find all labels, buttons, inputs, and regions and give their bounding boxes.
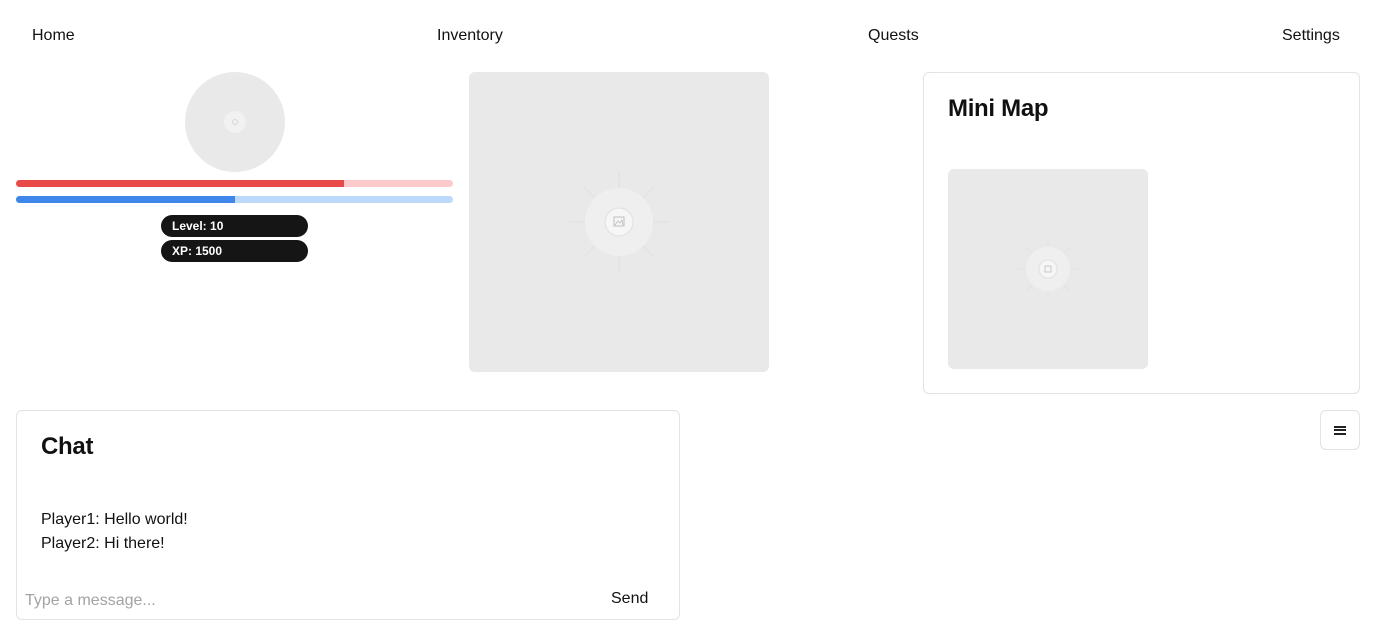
- chat-title: Chat: [41, 433, 94, 460]
- minimap-image[interactable]: [948, 169, 1148, 369]
- game-view-image: [469, 72, 769, 372]
- avatar-placeholder-icon: [224, 111, 246, 133]
- nav-inventory-link[interactable]: Inventory: [437, 26, 503, 46]
- level-badge: Level: 10: [161, 215, 308, 237]
- hamburger-menu-icon: [1334, 425, 1346, 435]
- chat-message-input[interactable]: [25, 589, 585, 613]
- mana-bar: [16, 196, 453, 203]
- minimap-card: Mini Map: [923, 72, 1360, 394]
- image-icon: [1018, 239, 1078, 299]
- chat-message: Player1: Hello world!: [41, 511, 188, 528]
- chat-message: Player2: Hi there!: [41, 535, 165, 552]
- nav-home-link[interactable]: Home: [32, 26, 75, 46]
- send-button[interactable]: Send: [611, 589, 648, 609]
- mana-bar-fill: [16, 196, 235, 203]
- health-bar: [16, 180, 453, 187]
- player-avatar: [185, 72, 285, 172]
- minimap-title: Mini Map: [948, 95, 1049, 122]
- nav-settings-link[interactable]: Settings: [1282, 26, 1340, 46]
- nav-quests-link[interactable]: Quests: [868, 26, 919, 46]
- health-bar-fill: [16, 180, 344, 187]
- image-icon: [569, 172, 669, 272]
- chat-card: Chat Player1: Hello world! Player2: Hi t…: [16, 410, 680, 620]
- menu-button[interactable]: [1320, 410, 1360, 450]
- xp-badge: XP: 1500: [161, 240, 308, 262]
